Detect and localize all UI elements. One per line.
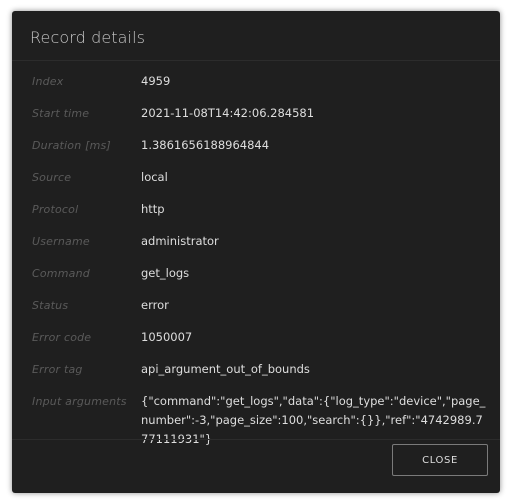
field-value: get_logs <box>141 266 190 280</box>
field-label: Input arguments <box>32 395 127 408</box>
field-label: Error tag <box>32 363 83 376</box>
field-row-command: Command get_logs <box>12 257 500 289</box>
field-row-start-time: Start time 2021-11-08T14:42:06.284581 <box>12 97 500 129</box>
field-label: Error code <box>32 331 92 344</box>
field-value: 1050007 <box>141 330 193 344</box>
field-row-index: Index 4959 <box>12 65 500 97</box>
record-details-dialog: Record details Index 4959 Start time 202… <box>12 11 500 493</box>
field-row-error-tag: Error tag api_argument_out_of_bounds <box>12 353 500 385</box>
field-label: Command <box>32 267 90 280</box>
field-row-status: Status error <box>12 289 500 321</box>
field-label: Duration [ms] <box>32 139 111 152</box>
record-fields: Index 4959 Start time 2021-11-08T14:42:0… <box>12 65 500 449</box>
field-label: Protocol <box>32 203 79 216</box>
dialog-footer: CLOSE <box>12 439 500 493</box>
field-value: administrator <box>141 234 219 248</box>
dialog-title: Record details <box>30 28 146 47</box>
field-label: Status <box>32 299 69 312</box>
dialog-header: Record details <box>12 11 500 61</box>
field-row-error-code: Error code 1050007 <box>12 321 500 353</box>
field-row-source: Source local <box>12 161 500 193</box>
field-value: http <box>141 202 165 216</box>
field-value: local <box>141 170 168 184</box>
close-button[interactable]: CLOSE <box>392 444 488 476</box>
field-value: 2021-11-08T14:42:06.284581 <box>141 106 315 120</box>
field-label: Username <box>32 235 90 248</box>
field-value: 1.3861656188964844 <box>141 138 270 152</box>
field-row-username: Username administrator <box>12 225 500 257</box>
field-label: Index <box>32 75 64 88</box>
field-value: api_argument_out_of_bounds <box>141 362 310 376</box>
field-row-duration: Duration [ms] 1.3861656188964844 <box>12 129 500 161</box>
field-row-protocol: Protocol http <box>12 193 500 225</box>
field-label: Start time <box>32 107 90 120</box>
field-value: error <box>141 298 169 312</box>
field-label: Source <box>32 171 72 184</box>
field-value: 4959 <box>141 74 171 88</box>
